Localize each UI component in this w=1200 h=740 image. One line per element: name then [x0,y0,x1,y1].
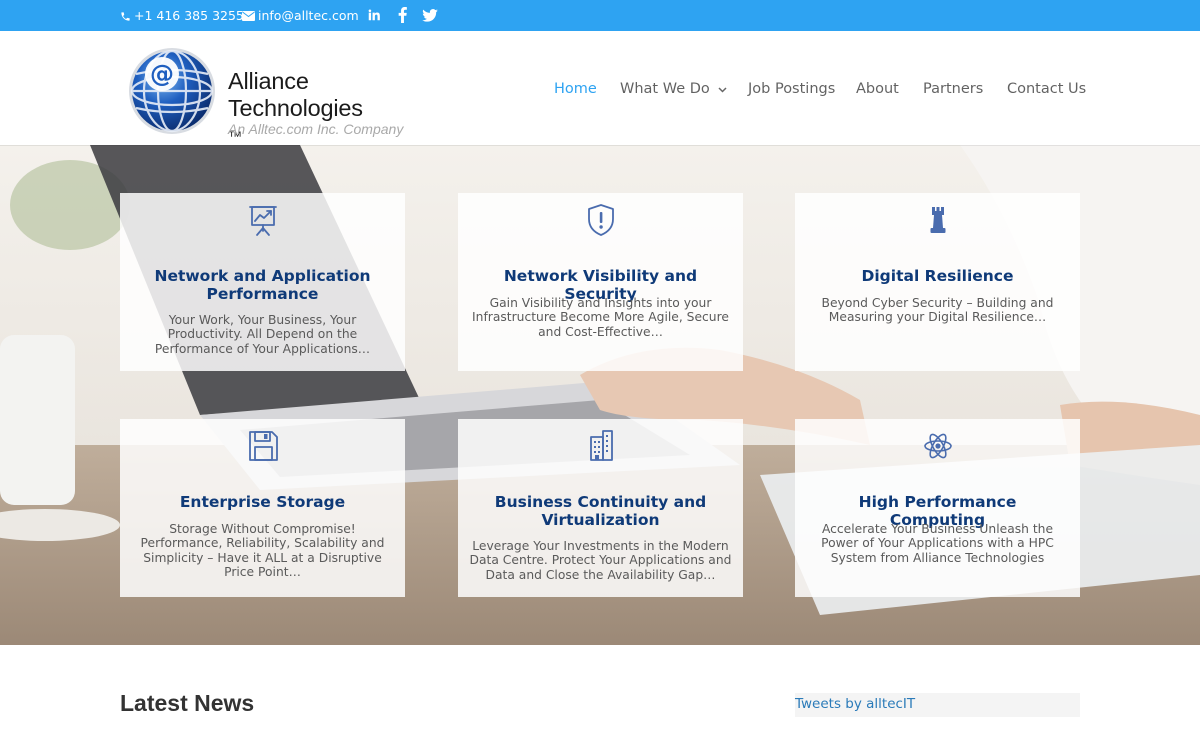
service-card-text: Your Work, Your Business, Your Productiv… [154,313,371,356]
email-contact[interactable]: info@alltec.com [242,7,359,25]
building-icon [589,430,613,461]
phone-contact[interactable]: +1 416 385 3255 [120,7,244,25]
floppy-disk-icon [248,431,278,461]
service-card-digital-resilience[interactable]: Digital Resilience Beyond Cyber Security… [795,193,1080,371]
service-card-title[interactable]: Enterprise Storage [138,493,387,511]
service-card-text: Storage Without Compromise! Performance,… [140,522,385,580]
chevron-down-icon [718,80,727,98]
service-card-text: Leverage Your Investments in the Modern … [469,539,732,582]
service-card-business-continuity[interactable]: Business Continuity and Virtualization L… [458,419,743,597]
shield-alert-icon [587,204,614,236]
nav-home[interactable]: Home [554,80,597,98]
twitter-timeline: Tweets by alltecIT [795,693,1080,717]
presentation-chart-icon [248,206,277,236]
service-card-title[interactable]: Network and Application Performance [138,267,387,303]
site-logo[interactable]: @ Alliance Technologies ™ An Alltec.com I… [126,44,416,144]
service-card-network-app-performance[interactable]: Network and Application Performance Your… [120,193,405,371]
logo-name-line2: Technologies [228,95,363,121]
nav-what-we-do[interactable]: What We Do [620,80,727,98]
facebook-icon[interactable] [393,5,411,25]
nav-what-we-do-label: What We Do [620,81,710,97]
service-card-text: Accelerate Your Business Unleash the Pow… [821,522,1054,565]
envelope-icon [242,11,255,21]
nav-contact-us[interactable]: Contact Us [1007,80,1086,98]
service-card-text: Gain Visibility and Insights into your I… [472,296,729,339]
linkedin-icon[interactable] [365,5,383,25]
service-card-title[interactable]: Business Continuity and Virtualization [476,493,725,529]
globe-logo-icon: @ [129,48,215,134]
service-card-enterprise-storage[interactable]: Enterprise Storage Storage Without Compr… [120,419,405,597]
site-header: @ Alliance Technologies ™ An Alltec.com I… [0,31,1200,145]
svg-text:@: @ [150,60,174,88]
service-card-network-visibility-security[interactable]: Network Visibility and Security Gain Vis… [458,193,743,371]
nav-about[interactable]: About [856,80,899,98]
latest-news-heading: Latest News [120,690,255,716]
top-bar: +1 416 385 3255 info@alltec.com [0,0,1200,31]
twitter-icon[interactable] [421,5,439,25]
service-card-title[interactable]: Digital Resilience [813,267,1062,285]
service-card-high-performance-computing[interactable]: High Performance Computing Accelerate Yo… [795,419,1080,597]
tweets-link[interactable]: Tweets by alltecIT [795,696,915,712]
phone-number: +1 416 385 3255 [134,8,244,23]
email-address: info@alltec.com [258,8,359,23]
logo-name-line1: Alliance [228,68,309,94]
chess-rook-icon [930,207,945,233]
nav-partners[interactable]: Partners [923,80,983,98]
service-card-text: Beyond Cyber Security – Building and Mea… [821,296,1054,325]
logo-tagline: An Alltec.com Inc. Company [228,121,404,137]
nav-job-postings[interactable]: Job Postings [748,80,835,98]
phone-icon [121,11,130,21]
atom-icon [923,433,952,459]
hero-section: Network and Application Performance Your… [0,145,1200,645]
